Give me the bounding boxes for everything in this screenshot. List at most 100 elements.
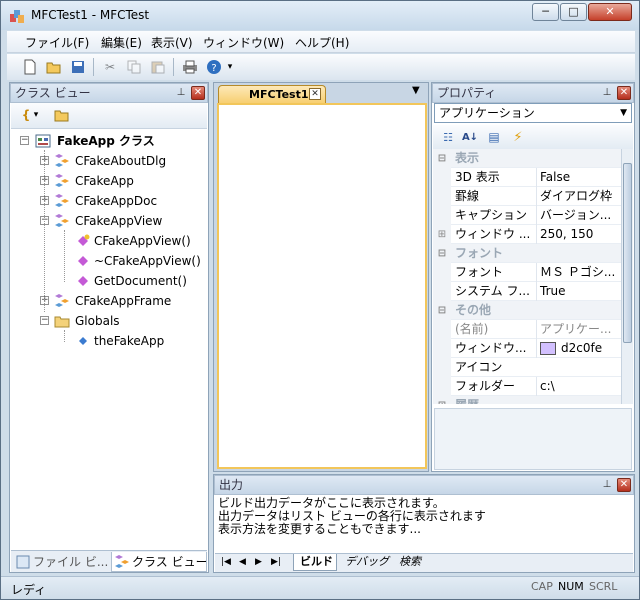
new-icon[interactable] <box>21 58 39 76</box>
property-row[interactable]: ⊞ ウィンドウ ... 250, 150 <box>433 225 621 244</box>
help-icon[interactable]: ? <box>205 58 223 76</box>
class-tree: − FakeApp クラス + CFakeAboutDlg + CFakeApp… <box>11 130 207 550</box>
tree-item[interactable]: + CFakeAboutDlg <box>11 151 207 171</box>
output-tabs: |◀ ◀ ▶ ▶| ビルド デバッグ 検索 <box>215 553 633 572</box>
class-view-header: クラス ビュー ⊥ ✕ <box>10 83 208 103</box>
output-line: 表示方法を変更することもできます... <box>218 522 421 536</box>
object-selector[interactable]: アプリケーション ▼ <box>434 103 632 123</box>
menu-edit[interactable]: 編集(E) <box>101 34 142 51</box>
tree-item[interactable]: ~CFakeAppView() <box>11 251 207 271</box>
new-folder-icon[interactable] <box>53 106 71 124</box>
property-row[interactable]: 罫線 ダイアログ枠 <box>433 187 621 206</box>
print-icon[interactable] <box>181 58 199 76</box>
toolbar-separator <box>173 58 174 76</box>
tree-item[interactable]: + CFakeAppFrame <box>11 291 207 311</box>
property-row[interactable]: アイコン <box>433 358 621 377</box>
tree-item[interactable]: CFakeAppView() <box>11 231 207 251</box>
save-icon[interactable] <box>69 58 87 76</box>
cap-indicator: CAP <box>531 580 553 593</box>
collapse-icon[interactable]: − <box>40 316 49 325</box>
window-title: MFCTest1 - MFCTest <box>31 8 150 22</box>
paste-icon[interactable] <box>149 58 167 76</box>
tree-root[interactable]: − FakeApp クラス <box>11 131 207 151</box>
document-tab-label: MFCTest1 <box>249 88 309 101</box>
class-icon <box>55 194 69 207</box>
prev-tab-icon[interactable]: ◀ <box>239 554 246 571</box>
property-row[interactable]: (名前) アプリケー... <box>433 320 621 339</box>
close-button[interactable]: ✕ <box>588 3 632 21</box>
pin-icon[interactable]: ⊥ <box>601 87 613 99</box>
minimize-button[interactable]: ─ <box>532 3 559 21</box>
tab-debug[interactable]: デバッグ <box>341 554 389 571</box>
toolbar-dropdown-icon[interactable]: ▾ <box>225 58 235 76</box>
tab-build[interactable]: ビルド <box>293 554 337 571</box>
categorized-icon[interactable]: ☷ <box>439 128 457 146</box>
property-row[interactable]: フォント ＭＳ Ｐゴシ... <box>433 263 621 282</box>
property-pages-icon[interactable]: ▤ <box>485 128 503 146</box>
category-font[interactable]: ⊟ フォント <box>433 244 621 263</box>
properties-close-button[interactable]: ✕ <box>617 86 631 100</box>
cut-icon[interactable]: ✂ <box>101 58 119 76</box>
menu-help[interactable]: ヘルプ(H) <box>295 34 349 51</box>
property-row[interactable]: フォルダー c:\ <box>433 377 621 396</box>
category-history[interactable]: ⊞履歴 <box>433 396 621 404</box>
property-row[interactable]: システム フ... True <box>433 282 621 301</box>
tab-file-view[interactable]: ファイル ビ... <box>13 552 109 572</box>
tree-item[interactable]: theFakeApp <box>11 331 207 351</box>
menu-file[interactable]: ファイル(F) <box>25 34 89 51</box>
property-row[interactable]: 3D 表示 False <box>433 168 621 187</box>
property-grid: ⊟ 表示 3D 表示 False 罫線 ダイアログ枠 キャプション バージョン... ⊞… <box>433 149 621 404</box>
collapse-icon[interactable]: − <box>20 136 29 145</box>
events-icon[interactable]: ⚡ <box>509 128 527 146</box>
method-icon <box>78 256 88 266</box>
class-view-tabs: ファイル ビ... クラス ビュー <box>11 550 207 572</box>
main-window: MFCTest1 - MFCTest ─ □ ✕ ファイル(F) 編集(E) 表… <box>0 0 640 600</box>
scrollbar-thumb[interactable] <box>623 163 632 343</box>
document-close-icon[interactable]: ✕ <box>309 88 321 100</box>
tree-item[interactable]: − Globals <box>11 311 207 331</box>
next-tab-icon[interactable]: ▶ <box>255 554 262 571</box>
chevron-down-icon: ▼ <box>620 108 627 118</box>
property-row[interactable]: キャプション バージョン... <box>433 206 621 225</box>
class-view-close-button[interactable]: ✕ <box>191 86 205 100</box>
tree-item-label: GetDocument() <box>94 274 187 288</box>
tree-item[interactable]: + CFakeApp <box>11 171 207 191</box>
tab-search[interactable]: 検索 <box>395 554 421 571</box>
property-scrollbar[interactable] <box>621 149 633 404</box>
document-list-icon[interactable]: ▼ <box>412 85 420 96</box>
tab-class-view-label: クラス ビュー <box>132 555 207 569</box>
tree-root-label: FakeApp クラス <box>57 134 155 148</box>
category-display[interactable]: ⊟ 表示 <box>433 149 621 168</box>
copy-icon[interactable] <box>125 58 143 76</box>
menu-view[interactable]: 表示(V) <box>151 34 193 51</box>
alphabetical-icon[interactable]: A↓ <box>461 128 479 146</box>
output-title: 出力 <box>219 478 244 492</box>
last-tab-icon[interactable]: ▶| <box>271 554 281 571</box>
maximize-button[interactable]: □ <box>560 3 587 21</box>
tree-item-label: Globals <box>75 314 120 328</box>
constructor-icon <box>78 234 90 246</box>
class-icon <box>55 154 69 167</box>
pin-icon[interactable]: ⊥ <box>175 87 187 99</box>
object-selector-value: アプリケーション <box>439 106 535 120</box>
pin-icon[interactable]: ⊥ <box>601 479 613 491</box>
sort-dropdown-icon[interactable]: ▾ <box>31 106 41 124</box>
document-tab[interactable]: MFCTest1 ✕ <box>218 85 326 103</box>
tree-item-label: CFakeApp <box>75 174 134 188</box>
output-close-button[interactable]: ✕ <box>617 478 631 492</box>
menu-window[interactable]: ウィンドウ(W) <box>203 34 284 51</box>
status-text: レディ <box>11 583 47 597</box>
tree-line <box>64 230 65 282</box>
property-description <box>434 408 632 470</box>
tree-item[interactable]: + CFakeAppDoc <box>11 191 207 211</box>
properties-panel: プロパティ ⊥ ✕ アプリケーション ▼ ☷ A↓ ▤ ⚡ ⊟ 表示 3D 表示 F… <box>431 82 635 472</box>
first-tab-icon[interactable]: |◀ <box>221 554 231 571</box>
property-row[interactable]: ウィンドウ... d2c0fe <box>433 339 621 358</box>
tree-item[interactable]: − CFakeAppView <box>11 211 207 231</box>
tree-item[interactable]: GetDocument() <box>11 271 207 291</box>
category-other[interactable]: ⊟ その他 <box>433 301 621 320</box>
open-icon[interactable] <box>45 58 63 76</box>
document-view[interactable] <box>217 103 427 469</box>
color-swatch[interactable] <box>540 342 556 355</box>
tab-class-view[interactable]: クラス ビュー <box>111 552 207 572</box>
